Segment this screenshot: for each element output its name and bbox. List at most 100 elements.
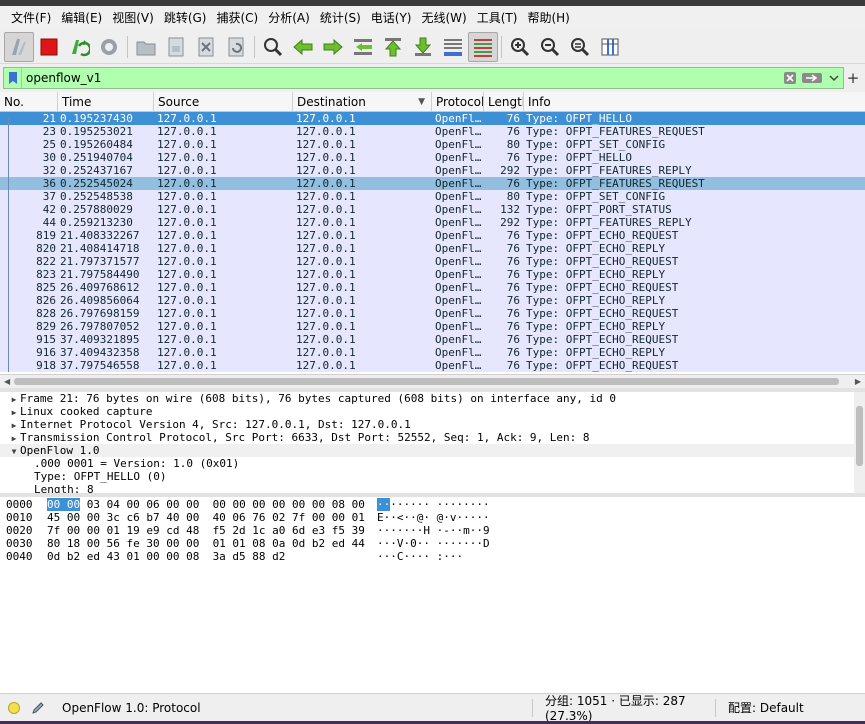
packet-cell-len: 76 <box>506 294 520 307</box>
column-header-info[interactable]: Info <box>524 92 865 111</box>
menu-item[interactable]: 工具(T) <box>472 6 523 30</box>
bytes-row[interactable]: 0010 45 00 00 3c c6 b7 40 00 40 06 76 02 … <box>0 511 865 524</box>
capture-comment-pencil-icon[interactable] <box>30 700 46 716</box>
save-file-icon[interactable] <box>161 32 191 62</box>
scroll-left-arrow-icon[interactable]: ◀ <box>4 375 10 388</box>
packet-row[interactable]: 25 0.195260484 127.0.0.1 127.0.0.1 OpenFl… 80… <box>0 138 865 151</box>
start-capture-icon[interactable] <box>4 31 34 62</box>
menu-item[interactable]: 跳转(G) <box>159 6 212 30</box>
go-first-packet-icon[interactable] <box>378 32 408 62</box>
packet-cell-src: 127.0.0.1 <box>157 190 217 203</box>
column-header-source[interactable]: Source <box>154 92 293 111</box>
status-separator <box>715 698 716 717</box>
menu-item[interactable]: 电话(Y) <box>366 6 417 30</box>
add-filter-button-plus-icon[interactable]: + <box>844 69 862 87</box>
go-last-packet-icon[interactable] <box>408 32 438 62</box>
menu-item[interactable]: 帮助(H) <box>522 6 574 30</box>
packet-cell-len: 76 <box>506 151 520 164</box>
status-packet-count: 分组: 1051 · 已显示: 287 (27.3%) <box>545 694 686 723</box>
detail-tree-item[interactable]: ▶ Frame 21: 76 bytes on wire (608 bits), … <box>0 392 865 405</box>
column-header-time[interactable]: Time <box>58 92 154 111</box>
toolbar-separator <box>254 35 255 58</box>
close-file-icon[interactable] <box>191 32 221 62</box>
detail-tree-item[interactable]: Length: 8 <box>0 483 865 493</box>
go-back-arrow-icon[interactable] <box>288 32 318 62</box>
packet-cell-time: 37.409321895 <box>60 333 140 346</box>
packet-cell-src: 127.0.0.1 <box>157 320 217 333</box>
column-header-no[interactable]: No. <box>0 92 58 111</box>
expert-info-led-icon[interactable] <box>8 701 20 714</box>
column-header-destination[interactable]: Destination ▼ <box>293 92 432 111</box>
bytes-row[interactable]: 0000 00 00 03 04 00 06 00 00 00 00 00 00 … <box>0 498 865 511</box>
filter-history-chevron-down-icon[interactable] <box>825 69 843 87</box>
column-header-length[interactable]: Length <box>484 92 524 111</box>
packet-row[interactable]: 820 21.408414718 127.0.0.1 127.0.0.1 OpenFl…… <box>0 242 865 255</box>
display-filter-input[interactable] <box>22 68 781 88</box>
column-header-protocol[interactable]: Protocol <box>432 92 484 111</box>
packet-row[interactable]: 828 26.797698159 127.0.0.1 127.0.0.1 OpenFl…… <box>0 307 865 320</box>
stop-capture-icon[interactable] <box>34 32 64 62</box>
details-vertical-scrollbar[interactable] <box>854 392 865 493</box>
detail-tree-item[interactable]: ▶ Internet Protocol Version 4, Src: 127.0… <box>0 418 865 431</box>
packet-row[interactable]: 822 21.797371577 127.0.0.1 127.0.0.1 OpenFl…… <box>0 255 865 268</box>
packet-row[interactable]: 23 0.195253021 127.0.0.1 127.0.0.1 OpenFl… 76… <box>0 125 865 138</box>
packet-row[interactable]: 819 21.408332267 127.0.0.1 127.0.0.1 OpenFl…… <box>0 229 865 242</box>
packet-row[interactable]: 918 37.797546558 127.0.0.1 127.0.0.1 OpenFl…… <box>0 359 865 372</box>
packet-cell-src: 127.0.0.1 <box>157 112 217 125</box>
detail-tree-item[interactable]: ▼ OpenFlow 1.0 <box>0 444 865 457</box>
bytes-row[interactable]: 0030 80 18 00 56 fe 30 00 00 01 01 08 0a … <box>0 537 865 550</box>
detail-tree-item[interactable]: ▶ Transmission Control Protocol, Src Port… <box>0 431 865 444</box>
packet-row[interactable]: 21 0.195237430 127.0.0.1 127.0.0.1 OpenFl… 76… <box>0 112 865 125</box>
restart-capture-icon[interactable] <box>64 32 94 62</box>
bytes-row[interactable]: 0020 7f 00 00 01 19 e9 cd 48 f5 2d 1c a0 … <box>0 524 865 537</box>
clear-filter-icon[interactable] <box>781 69 799 87</box>
zoom-in-icon[interactable] <box>505 32 535 62</box>
scroll-right-arrow-icon[interactable]: ▶ <box>855 375 861 388</box>
scrollbar-thumb[interactable] <box>856 406 863 466</box>
zoom-out-icon[interactable] <box>535 32 565 62</box>
packet-row[interactable]: 915 37.409321895 127.0.0.1 127.0.0.1 OpenFl…… <box>0 333 865 346</box>
open-file-folder-icon[interactable] <box>131 32 161 62</box>
detail-tree-item[interactable]: ▶ Linux cooked capture <box>0 405 865 418</box>
detail-tree-item[interactable]: .000 0001 = Version: 1.0 (0x01) <box>0 457 865 470</box>
go-to-packet-icon[interactable] <box>348 32 378 62</box>
packet-cell-info: Type: OFPT_FEATURES_REQUEST <box>526 125 705 138</box>
scrollbar-thumb[interactable] <box>14 378 839 385</box>
menu-item[interactable]: 编辑(E) <box>56 6 107 30</box>
menu-item[interactable]: 视图(V) <box>107 6 159 30</box>
packet-row[interactable]: 32 0.252437167 127.0.0.1 127.0.0.1 OpenFl… 29… <box>0 164 865 177</box>
colorize-packet-list-icon[interactable] <box>468 31 498 62</box>
capture-options-gear-icon[interactable] <box>94 32 124 62</box>
menu-item[interactable]: 文件(F) <box>6 6 56 30</box>
status-profile[interactable]: 配置: Default <box>728 699 804 716</box>
resize-columns-icon[interactable] <box>595 32 625 62</box>
packet-cell-info: Type: OFPT_ECHO_REQUEST <box>526 307 679 320</box>
filter-bookmark-icon[interactable] <box>4 68 22 88</box>
packet-cell-time: 0.252548538 <box>60 190 133 203</box>
packet-list-horizontal-scrollbar[interactable]: ◀ ▶ <box>0 374 865 388</box>
auto-scroll-icon[interactable] <box>438 32 468 62</box>
packet-row[interactable]: 30 0.251940704 127.0.0.1 127.0.0.1 OpenFl… 76… <box>0 151 865 164</box>
find-packet-magnifier-icon[interactable] <box>258 32 288 62</box>
packet-row[interactable]: 823 21.797584490 127.0.0.1 127.0.0.1 OpenFl…… <box>0 268 865 281</box>
bytes-row[interactable]: 0040 0d b2 ed 43 01 00 00 08 3a d5 88 d2 ·… <box>0 550 865 563</box>
menu-item[interactable]: 无线(W) <box>417 6 472 30</box>
packet-row[interactable]: 42 0.257880029 127.0.0.1 127.0.0.1 OpenFl… 13… <box>0 203 865 216</box>
packet-row[interactable]: 825 26.409768612 127.0.0.1 127.0.0.1 OpenFl…… <box>0 281 865 294</box>
detail-tree-item[interactable]: Type: OFPT_HELLO (0) <box>0 470 865 483</box>
main-toolbar <box>0 30 865 64</box>
packet-row[interactable]: 44 0.259213230 127.0.0.1 127.0.0.1 OpenFl… 29… <box>0 216 865 229</box>
reload-file-icon[interactable] <box>221 32 251 62</box>
packet-cell-proto: OpenFl… <box>435 125 482 138</box>
menu-item[interactable]: 分析(A) <box>263 6 315 30</box>
packet-row[interactable]: 829 26.797807052 127.0.0.1 127.0.0.1 OpenFl…… <box>0 320 865 333</box>
packet-row[interactable]: 36 0.252545024 127.0.0.1 127.0.0.1 OpenFl… 76… <box>0 177 865 190</box>
menu-item[interactable]: 统计(S) <box>315 6 366 30</box>
go-forward-arrow-icon[interactable] <box>318 32 348 62</box>
apply-filter-arrow-icon[interactable] <box>799 69 825 87</box>
normal-size-icon[interactable] <box>565 32 595 62</box>
packet-row[interactable]: 916 37.409432358 127.0.0.1 127.0.0.1 OpenFl…… <box>0 346 865 359</box>
packet-row[interactable]: 826 26.409856064 127.0.0.1 127.0.0.1 OpenFl…… <box>0 294 865 307</box>
menu-item[interactable]: 捕获(C) <box>211 6 263 30</box>
packet-row[interactable]: 37 0.252548538 127.0.0.1 127.0.0.1 OpenFl… 80… <box>0 190 865 203</box>
